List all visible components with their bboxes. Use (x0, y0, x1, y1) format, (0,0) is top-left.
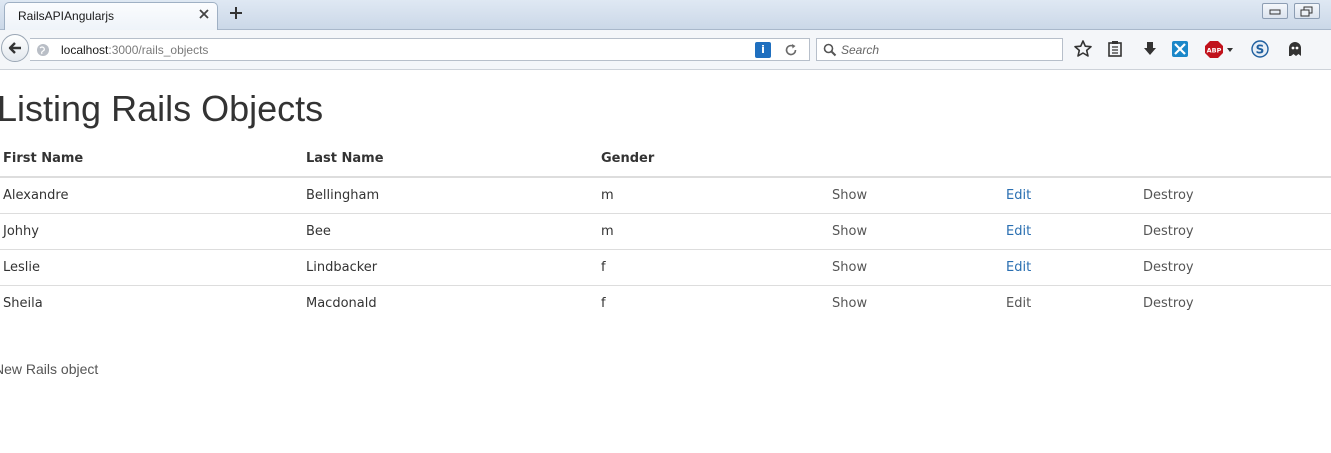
column-header-destroy (1140, 140, 1331, 178)
show-cell: Show (829, 213, 1003, 250)
globe-icon (37, 44, 49, 56)
address-bar[interactable]: localhost:3000/rails_objects i (30, 38, 810, 61)
edit-cell: Edit (1003, 213, 1140, 250)
tab-bar: RailsAPIAngularjs (0, 0, 1331, 31)
first-name-cell: Johhy (0, 213, 303, 250)
show-link[interactable]: Show (832, 224, 867, 239)
show-link[interactable]: Show (832, 260, 867, 275)
bookmark-star-icon[interactable] (1073, 39, 1093, 59)
first-name-cell: Alexandre (0, 177, 303, 214)
back-button[interactable] (1, 34, 29, 62)
destroy-cell: Destroy (1140, 177, 1331, 214)
destroy-cell: Destroy (1140, 249, 1331, 286)
gender-cell: m (598, 213, 829, 250)
edit-link[interactable]: Edit (1006, 224, 1031, 239)
destroy-link[interactable]: Destroy (1143, 224, 1194, 239)
show-cell: Show (829, 249, 1003, 286)
destroy-link[interactable]: Destroy (1143, 260, 1194, 275)
column-header-show (829, 140, 1003, 178)
svg-text:S: S (1256, 43, 1265, 57)
svg-text:ABP: ABP (1207, 47, 1222, 55)
new-rails-object-link[interactable]: New Rails object (0, 361, 98, 377)
show-cell: Show (829, 285, 1003, 321)
table-row: Johhy Bee m Show Edit Destroy (0, 213, 1331, 250)
restore-icon (1300, 6, 1313, 17)
edit-link[interactable]: Edit (1006, 296, 1031, 311)
first-name-cell: Leslie (0, 249, 303, 286)
restore-window-button[interactable] (1294, 3, 1320, 19)
url-path: :3000/rails_objects (108, 43, 209, 57)
tab-title: RailsAPIAngularjs (18, 9, 115, 23)
reading-list-icon[interactable] (1105, 39, 1125, 59)
last-name-cell: Lindbacker (303, 249, 598, 286)
extension-icon[interactable] (1170, 39, 1190, 59)
show-cell: Show (829, 177, 1003, 214)
column-header-last-name: Last Name (303, 140, 598, 178)
edit-cell: Edit (1003, 285, 1140, 321)
page-title: Listing Rails Objects (0, 88, 324, 129)
back-arrow-icon (8, 42, 21, 54)
destroy-link[interactable]: Destroy (1143, 296, 1194, 311)
edit-cell: Edit (1003, 249, 1140, 286)
show-link[interactable]: Show (832, 188, 867, 203)
first-name-cell: Sheila (3, 295, 43, 311)
table-row: Sheila Macdonald f Show Edit Destroy (0, 285, 1331, 321)
gender-cell: m (598, 177, 829, 214)
download-icon[interactable] (1140, 39, 1160, 59)
close-tab-icon[interactable] (197, 7, 211, 21)
table-row: Alexandre Bellingham m Show Edit Destroy (0, 177, 1331, 214)
last-name-cell: Macdonald (306, 295, 377, 311)
table-row: Leslie Lindbacker f Show Edit Destroy (0, 249, 1331, 286)
minimize-icon (1269, 9, 1281, 15)
url-text[interactable]: localhost:3000/rails_objects (61, 43, 208, 57)
ghostery-icon[interactable] (1285, 39, 1305, 59)
destroy-cell: Destroy (1140, 213, 1331, 250)
last-name-cell: Bee (303, 213, 598, 250)
search-icon (823, 43, 837, 57)
gender-cell: f (598, 249, 829, 286)
column-header-first-name: First Name (0, 140, 303, 178)
edit-link[interactable]: Edit (1006, 260, 1031, 275)
table-header-row: First Name Last Name Gender (0, 140, 1331, 178)
destroy-link[interactable]: Destroy (1143, 188, 1194, 203)
search-bar[interactable] (816, 38, 1063, 61)
url-host: localhost (61, 43, 109, 57)
edit-link[interactable]: Edit (1006, 188, 1031, 203)
last-name-cell: Bellingham (303, 177, 598, 214)
reload-icon[interactable] (784, 43, 798, 57)
rails-objects-table: First Name Last Name Gender Alexandre Be… (0, 140, 1331, 321)
navigation-toolbar: localhost:3000/rails_objects i ABP (0, 30, 1331, 70)
search-input[interactable] (841, 41, 1056, 58)
browser-tab[interactable]: RailsAPIAngularjs (4, 2, 218, 31)
destroy-cell: Destroy (1140, 285, 1331, 321)
column-header-gender: Gender (598, 140, 829, 178)
minimize-window-button[interactable] (1262, 3, 1288, 19)
edit-cell: Edit (1003, 177, 1140, 214)
new-tab-icon[interactable] (229, 6, 243, 20)
gender-cell: f (601, 295, 606, 311)
skype-icon[interactable]: S (1250, 39, 1270, 59)
adblock-icon[interactable]: ABP (1204, 39, 1236, 59)
column-header-edit (1003, 140, 1140, 178)
show-link[interactable]: Show (832, 296, 867, 311)
page-info-icon[interactable]: i (755, 42, 771, 58)
